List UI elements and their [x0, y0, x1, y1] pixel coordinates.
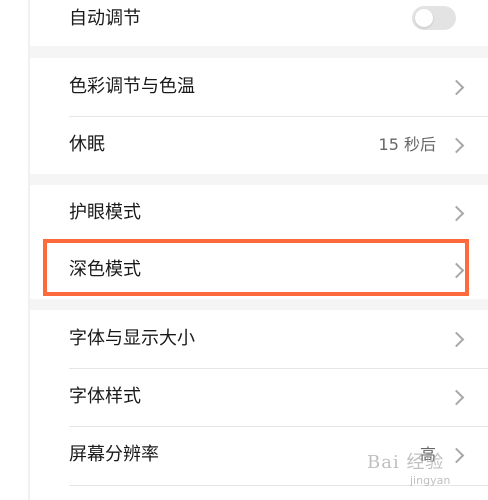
chevron-right-icon — [448, 79, 465, 96]
section-gap — [30, 174, 488, 185]
baidu-watermark: Bai 经验 — [367, 452, 445, 473]
chevron-right-icon — [448, 137, 465, 154]
baidu-watermark-sub: jingyan — [410, 474, 451, 487]
chevron-right-icon — [448, 447, 465, 464]
color-temp-row[interactable]: 色彩调节与色温 — [30, 58, 488, 116]
dark-mode-label: 深色模式 — [69, 259, 141, 280]
auto-adjust-row[interactable]: 自动调节 — [30, 0, 488, 46]
font-style-label: 字体样式 — [69, 386, 141, 407]
toggle-knob — [415, 9, 433, 27]
eye-care-row[interactable]: 护眼模式 — [30, 185, 488, 241]
chevron-right-icon — [448, 205, 465, 222]
section-gap — [30, 299, 488, 310]
sleep-value: 15 秒后 — [378, 135, 436, 154]
resolution-label: 屏幕分辨率 — [69, 444, 159, 465]
sleep-label: 休眠 — [69, 134, 105, 155]
color-temp-label: 色彩调节与色温 — [69, 76, 195, 97]
section-gap — [30, 46, 488, 58]
auto-adjust-label: 自动调节 — [69, 8, 141, 29]
auto-adjust-toggle[interactable] — [412, 6, 456, 30]
font-size-label: 字体与显示大小 — [69, 328, 195, 349]
chevron-right-icon — [448, 389, 465, 406]
chevron-right-icon — [448, 331, 465, 348]
settings-panel: 自动调节 色彩调节与色温 休眠 15 秒后 护眼模式 深色模式 字体与显示大小 … — [30, 0, 488, 500]
dark-mode-row[interactable]: 深色模式 — [30, 241, 488, 299]
sleep-row[interactable]: 休眠 15 秒后 — [30, 117, 488, 174]
font-style-row[interactable]: 字体样式 — [30, 369, 488, 426]
chevron-right-icon — [448, 262, 465, 279]
eye-care-label: 护眼模式 — [69, 202, 141, 223]
font-size-row[interactable]: 字体与显示大小 — [30, 310, 488, 368]
